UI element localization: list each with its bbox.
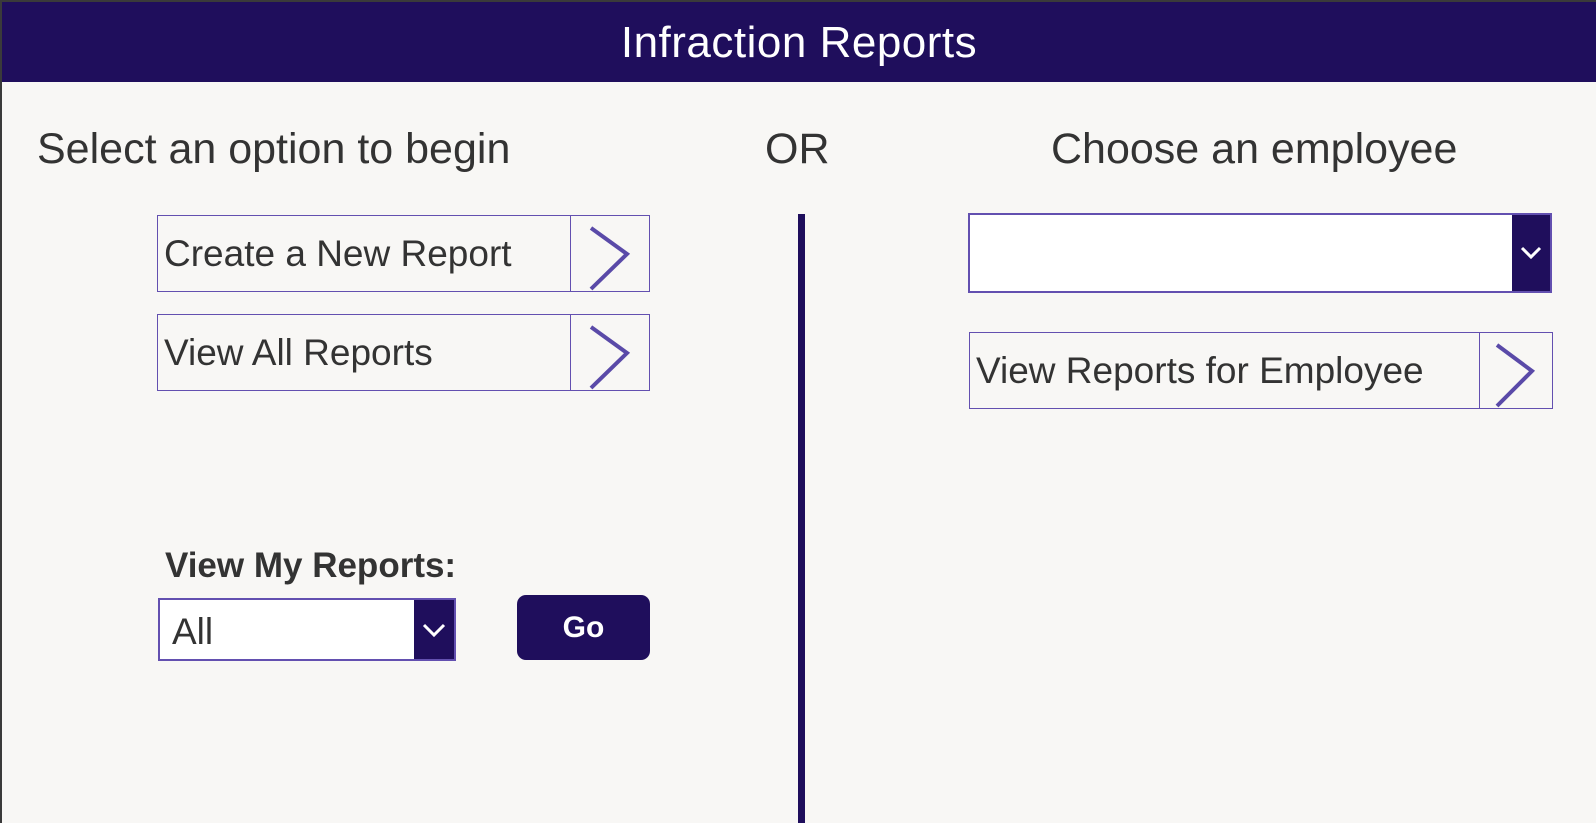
view-employee-reports-label: View Reports for Employee bbox=[976, 349, 1424, 391]
chevron-right-icon[interactable] bbox=[570, 315, 649, 390]
chevron-right-icon[interactable] bbox=[570, 216, 649, 291]
employee-dropdown[interactable] bbox=[968, 213, 1552, 293]
chevron-right-icon[interactable] bbox=[1479, 333, 1552, 408]
app-screen: Infraction Reports Select an option to b… bbox=[2, 2, 1596, 823]
or-separator: OR bbox=[765, 125, 830, 173]
header-bar: Infraction Reports bbox=[2, 2, 1596, 82]
my-reports-dropdown[interactable]: All bbox=[158, 598, 456, 661]
chevron-down-icon[interactable] bbox=[414, 600, 454, 659]
go-button[interactable]: Go bbox=[517, 595, 650, 660]
view-my-reports-label: View My Reports: bbox=[165, 546, 457, 585]
create-report-button[interactable]: Create a New Report bbox=[157, 215, 650, 292]
vertical-divider bbox=[798, 214, 805, 823]
create-report-label: Create a New Report bbox=[164, 232, 512, 274]
page-title: Infraction Reports bbox=[620, 18, 978, 67]
view-all-reports-label: View All Reports bbox=[164, 331, 433, 373]
view-employee-reports-button[interactable]: View Reports for Employee bbox=[969, 332, 1553, 409]
left-heading: Select an option to begin bbox=[37, 125, 511, 173]
right-heading: Choose an employee bbox=[1051, 125, 1458, 173]
my-reports-selected-value: All bbox=[172, 610, 214, 652]
chevron-down-icon[interactable] bbox=[1512, 215, 1550, 291]
view-all-reports-button[interactable]: View All Reports bbox=[157, 314, 650, 391]
